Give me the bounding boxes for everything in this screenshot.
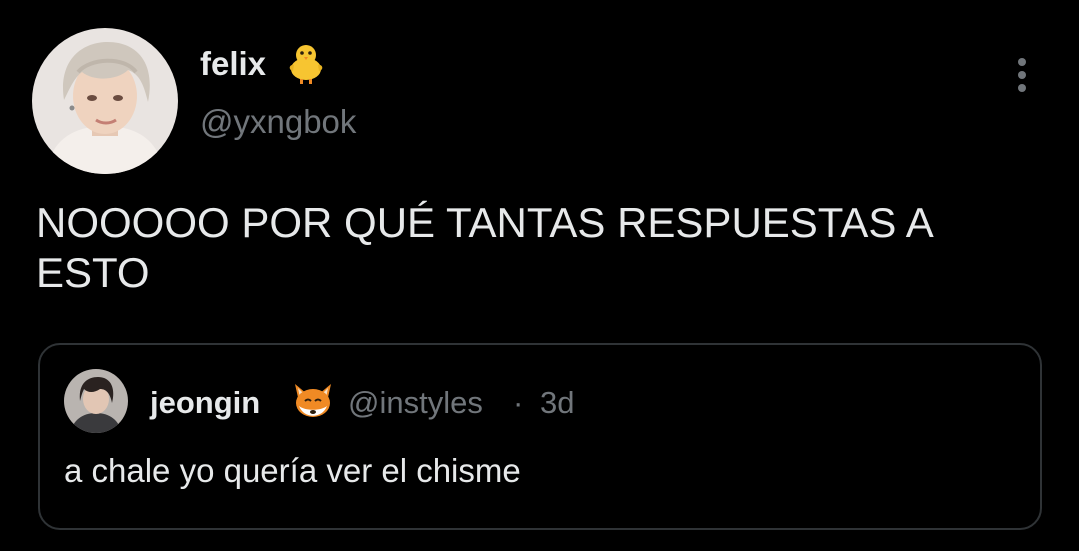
vertical-ellipsis-icon — [1018, 58, 1026, 92]
author-display-name[interactable]: felix — [200, 44, 266, 84]
baby-chick-emoji-icon — [289, 45, 323, 84]
quoted-tweet-text: a chale yo quería ver el chisme — [64, 452, 521, 489]
tweet-text: NOOOOO POR QUÉ TANTAS RESPUESTAS A ESTO — [36, 199, 932, 296]
author-avatar[interactable] — [32, 28, 178, 174]
quoted-author-avatar[interactable] — [64, 369, 128, 433]
quoted-author-handle[interactable]: @instyles — [348, 385, 483, 421]
quoted-author-display-name[interactable]: jeongin — [150, 385, 260, 421]
more-options-button[interactable] — [1006, 56, 1038, 96]
quoted-tweet-card[interactable]: jeongin @instyles · 3d a chale yo quería… — [38, 343, 1042, 530]
author-handle[interactable]: @yxngbok — [200, 102, 356, 142]
fox-face-emoji-icon — [295, 384, 331, 417]
separator-dot: · — [513, 385, 524, 420]
avatar-photo — [32, 28, 178, 174]
quoted-timestamp[interactable]: 3d — [540, 385, 574, 421]
avatar-photo — [64, 369, 128, 433]
